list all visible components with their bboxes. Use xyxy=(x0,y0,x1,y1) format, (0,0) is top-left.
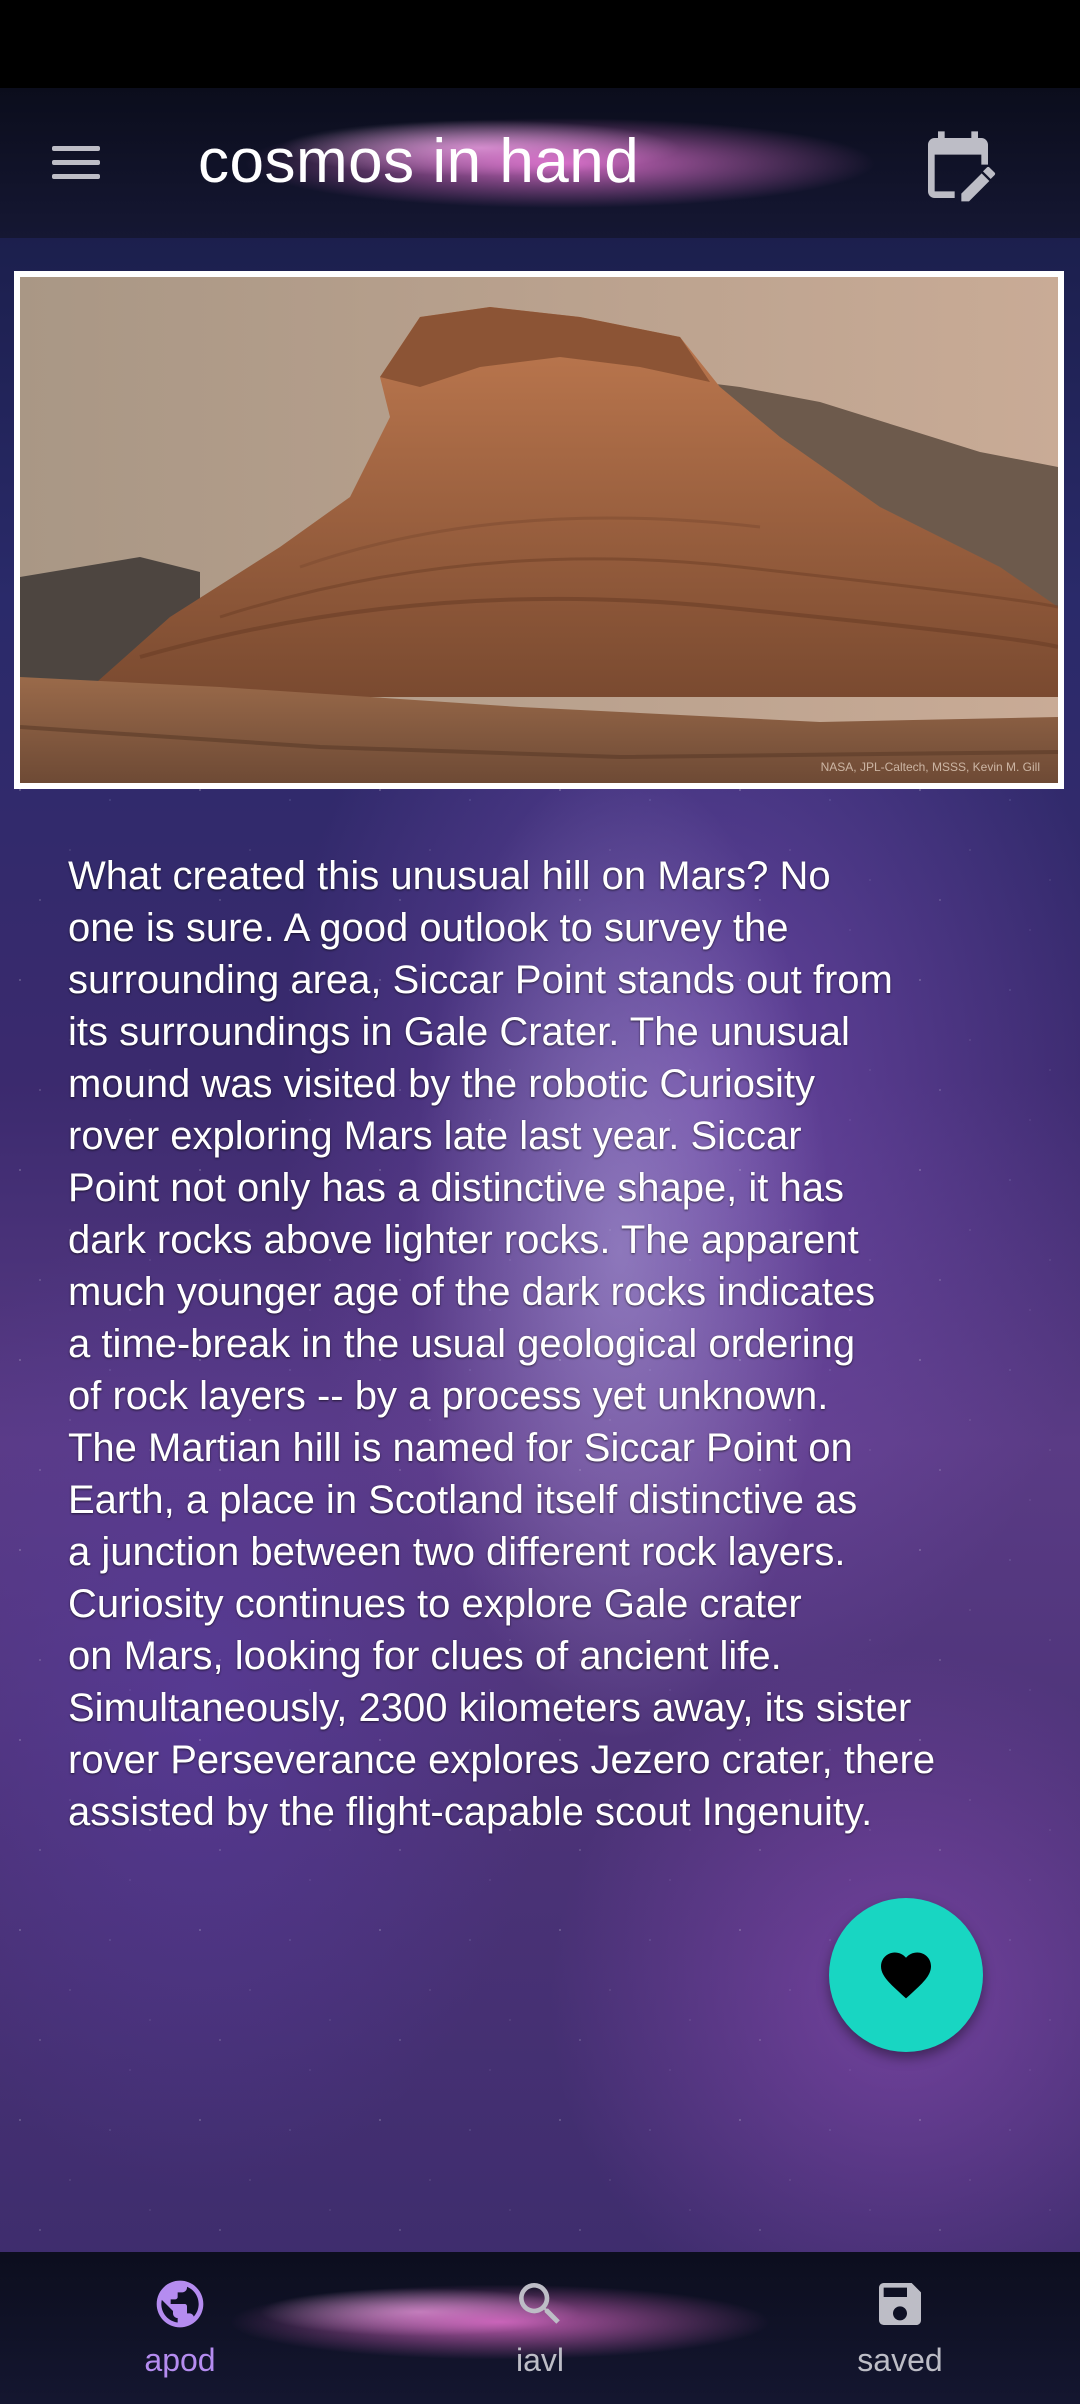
status-bar xyxy=(0,0,1080,88)
favorite-button[interactable] xyxy=(829,1898,983,2052)
app-title: cosmos in hand xyxy=(198,127,640,196)
menu-icon[interactable] xyxy=(46,138,106,188)
nav-item-saved[interactable]: saved xyxy=(800,2252,1000,2404)
nav-label-iavl: iavl xyxy=(515,2342,564,2378)
image-credit: NASA, JPL-Caltech, MSSS, Kevin M. Gill xyxy=(821,760,1040,774)
apod-description: What created this unusual hill on Mars? … xyxy=(68,854,936,1834)
nav-item-apod[interactable]: apod xyxy=(80,2252,280,2404)
nav-label-saved: saved xyxy=(857,2342,943,2378)
globe-icon xyxy=(156,2280,204,2328)
save-icon xyxy=(879,2283,921,2325)
search-icon xyxy=(519,2283,560,2324)
app-bar: cosmos in hand xyxy=(0,88,1080,238)
calendar-edit-icon[interactable] xyxy=(918,128,998,208)
app-screen: cosmos in hand NASA, JPL-Caltech, MSSS, … xyxy=(0,0,1080,2404)
apod-image[interactable]: NASA, JPL-Caltech, MSSS, Kevin M. Gill xyxy=(14,271,1064,789)
nav-label-apod: apod xyxy=(144,2342,216,2378)
bottom-navigation: apod iavl saved xyxy=(0,2252,1080,2404)
nav-item-iavl[interactable]: iavl xyxy=(440,2252,640,2404)
heart-icon xyxy=(881,1952,931,1999)
